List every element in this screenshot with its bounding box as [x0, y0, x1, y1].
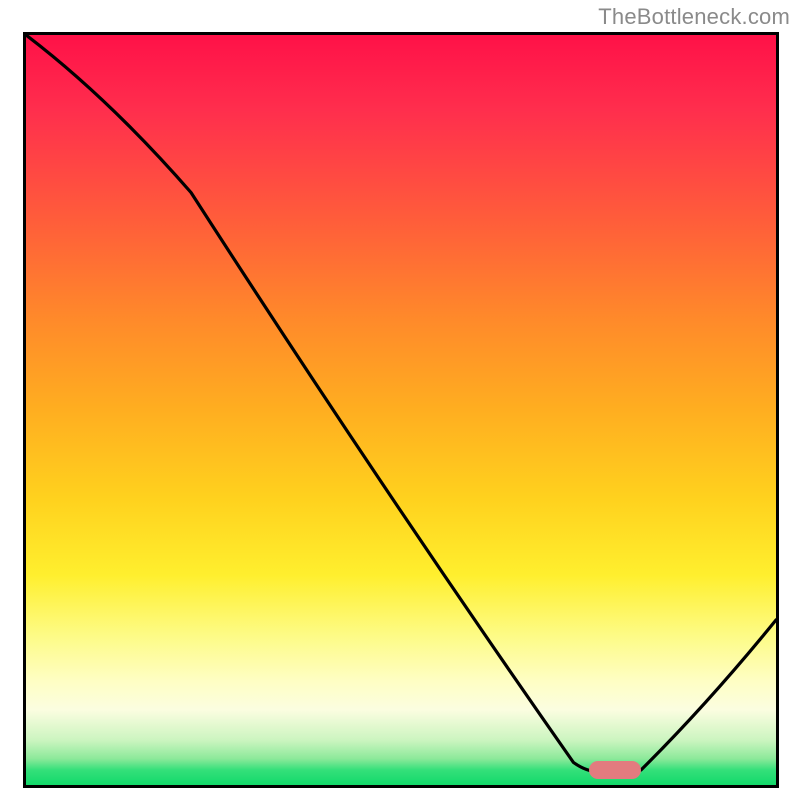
bottleneck-chart [23, 32, 779, 788]
attribution-text: TheBottleneck.com [598, 4, 790, 30]
optimal-range-marker [589, 761, 642, 779]
bottleneck-curve [26, 35, 776, 785]
